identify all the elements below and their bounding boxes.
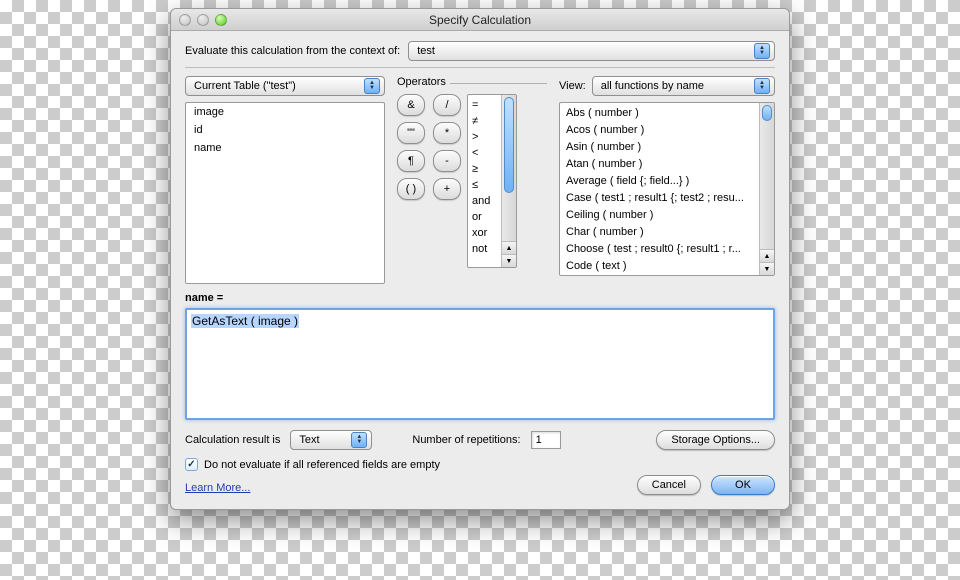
window-title: Specify Calculation xyxy=(171,13,789,27)
operators-label: Operators xyxy=(397,76,446,88)
learn-more-link[interactable]: Learn More... xyxy=(185,482,250,494)
scroll-down-icon[interactable]: ▼ xyxy=(502,254,516,267)
operator-button[interactable]: "" xyxy=(397,122,425,144)
chevron-updown-icon: ▲▼ xyxy=(351,432,367,448)
scroll-thumb[interactable] xyxy=(504,97,514,193)
scroll-up-icon[interactable]: ▲ xyxy=(502,241,516,254)
operators-divider xyxy=(450,83,547,84)
comparator-item[interactable]: = xyxy=(472,97,497,113)
field-item[interactable]: name xyxy=(186,139,384,157)
operator-button[interactable]: ¶ xyxy=(397,150,425,172)
function-item[interactable]: Code ( text ) xyxy=(566,258,753,275)
comparator-item[interactable]: and xyxy=(472,193,497,209)
table-select[interactable]: Current Table ("test") ▲▼ xyxy=(185,76,385,96)
minimize-icon[interactable] xyxy=(197,14,209,26)
operator-button[interactable]: - xyxy=(433,150,461,172)
ok-button[interactable]: OK xyxy=(711,475,775,495)
operator-button[interactable]: ( ) xyxy=(397,178,425,200)
formula-text: GetAsText ( image ) xyxy=(191,314,299,328)
cancel-button[interactable]: Cancel xyxy=(637,475,701,495)
fields-listbox[interactable]: imageidname xyxy=(185,102,385,284)
scrollbar[interactable]: ▲▼ xyxy=(759,103,774,275)
repetitions-input[interactable] xyxy=(531,431,561,449)
view-label: View: xyxy=(559,80,586,92)
chevron-updown-icon: ▲▼ xyxy=(364,78,380,94)
view-select[interactable]: all functions by name ▲▼ xyxy=(592,76,775,96)
comparator-item[interactable]: ≠ xyxy=(472,113,497,129)
repetitions-label: Number of repetitions: xyxy=(412,434,520,446)
function-item[interactable]: Abs ( number ) xyxy=(566,105,753,122)
zoom-icon[interactable] xyxy=(215,14,227,26)
context-select[interactable]: test ▲▼ xyxy=(408,41,775,61)
function-item[interactable]: Case ( test1 ; result1 {; test2 ; resu..… xyxy=(566,190,753,207)
field-item[interactable]: image xyxy=(186,103,384,121)
chevron-updown-icon: ▲▼ xyxy=(754,78,770,94)
formula-label: name = xyxy=(185,292,775,304)
do-not-evaluate-checkbox[interactable]: ✓ xyxy=(185,458,198,471)
operator-button[interactable]: + xyxy=(433,178,461,200)
comparator-item[interactable]: not xyxy=(472,241,497,257)
do-not-evaluate-label: Do not evaluate if all referenced fields… xyxy=(204,459,440,471)
comparator-listbox[interactable]: =≠><≥≤andorxornot ▲▼ xyxy=(467,94,517,268)
close-icon[interactable] xyxy=(179,14,191,26)
storage-options-button[interactable]: Storage Options... xyxy=(656,430,775,450)
operator-button[interactable]: & xyxy=(397,94,425,116)
comparator-item[interactable]: xor xyxy=(472,225,497,241)
context-label: Evaluate this calculation from the conte… xyxy=(185,45,400,57)
function-item[interactable]: Choose ( test ; result0 {; result1 ; r..… xyxy=(566,241,753,258)
scrollbar[interactable]: ▲▼ xyxy=(501,95,516,267)
field-item[interactable]: id xyxy=(186,121,384,139)
comparator-item[interactable]: < xyxy=(472,145,497,161)
scroll-up-icon[interactable]: ▲ xyxy=(760,249,774,262)
comparator-item[interactable]: > xyxy=(472,129,497,145)
titlebar: Specify Calculation xyxy=(171,9,789,31)
functions-listbox[interactable]: Abs ( number )Acos ( number )Asin ( numb… xyxy=(559,102,775,276)
view-value: all functions by name xyxy=(601,80,704,92)
function-item[interactable]: Char ( number ) xyxy=(566,224,753,241)
function-item[interactable]: Acos ( number ) xyxy=(566,122,753,139)
scroll-down-icon[interactable]: ▼ xyxy=(760,262,774,275)
chevron-updown-icon: ▲▼ xyxy=(754,43,770,59)
operator-button[interactable]: * xyxy=(433,122,461,144)
result-type-select[interactable]: Text ▲▼ xyxy=(290,430,372,450)
comparator-item[interactable]: ≥ xyxy=(472,161,497,177)
result-type-value: Text xyxy=(299,434,319,446)
formula-input[interactable]: GetAsText ( image ) xyxy=(185,308,775,420)
result-type-label: Calculation result is xyxy=(185,434,280,446)
table-select-value: Current Table ("test") xyxy=(194,80,296,92)
comparator-item[interactable]: or xyxy=(472,209,497,225)
comparator-item[interactable]: ≤ xyxy=(472,177,497,193)
function-item[interactable]: Average ( field {; field...} ) xyxy=(566,173,753,190)
function-item[interactable]: Asin ( number ) xyxy=(566,139,753,156)
operator-grid: &/ "" * ¶-( ) + xyxy=(397,94,461,268)
function-item[interactable]: Atan ( number ) xyxy=(566,156,753,173)
scroll-thumb[interactable] xyxy=(762,105,772,121)
operator-button[interactable]: / xyxy=(433,94,461,116)
divider xyxy=(185,67,775,68)
specify-calculation-window: Specify Calculation Evaluate this calcul… xyxy=(170,8,790,510)
function-item[interactable]: Ceiling ( number ) xyxy=(566,207,753,224)
context-value: test xyxy=(417,45,435,57)
